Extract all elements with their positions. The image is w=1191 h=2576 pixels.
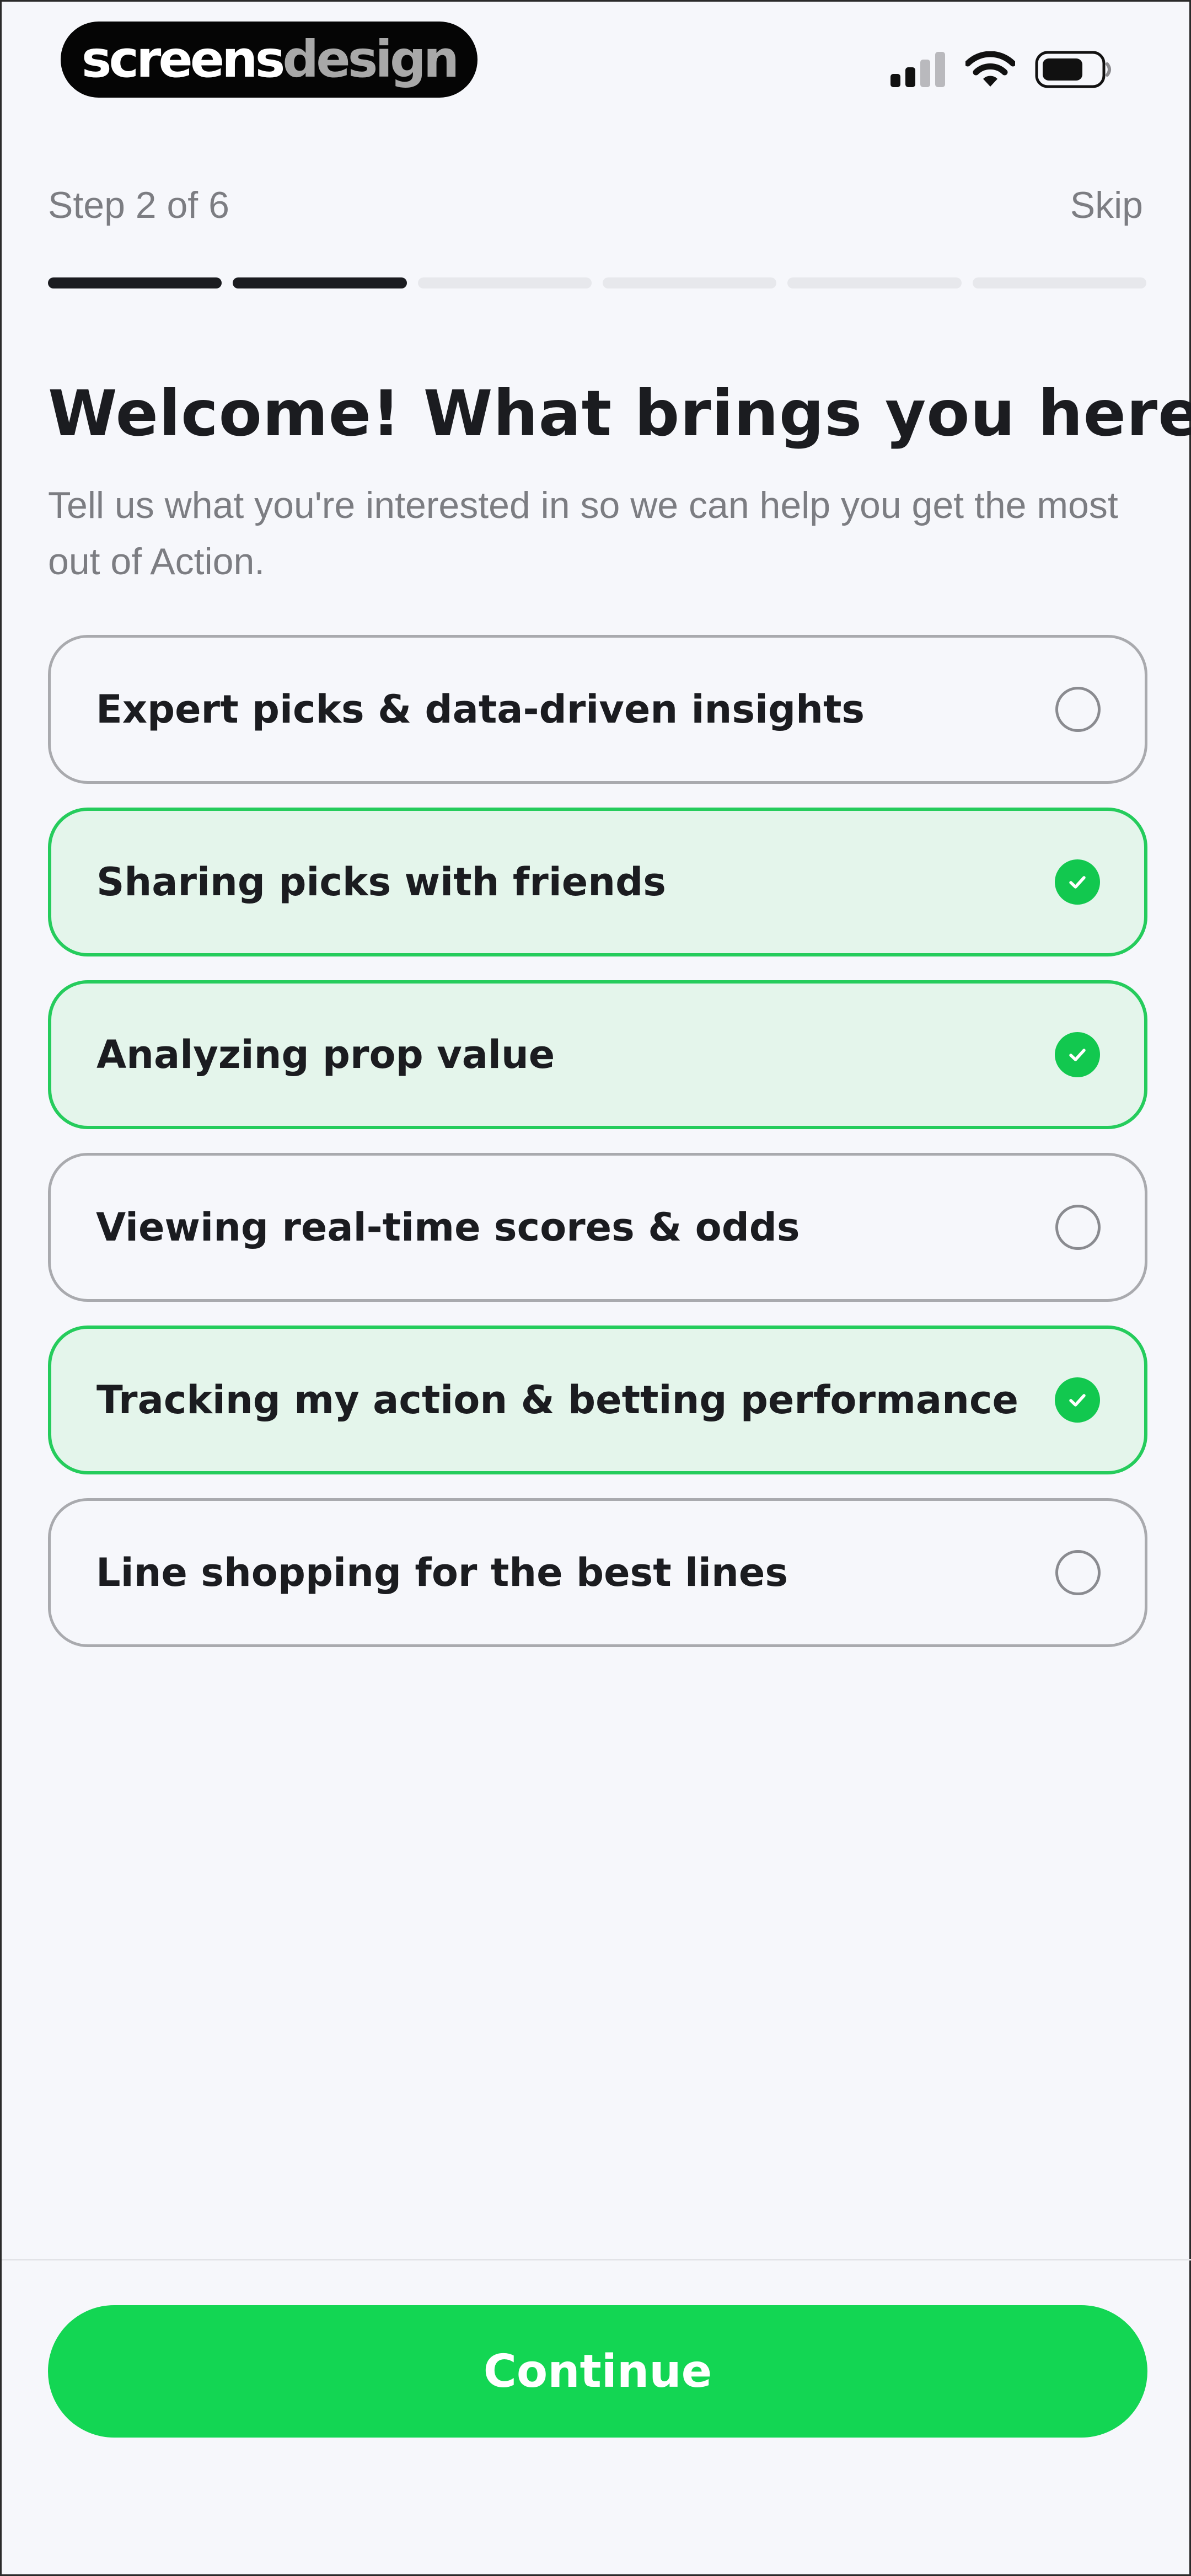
cellular-signal-icon [890,52,945,87]
checkmark-icon [1055,1377,1100,1423]
option-label: Viewing real-time scores & odds [96,1205,800,1250]
option-sharing-picks[interactable]: Sharing picks with friends [48,808,1147,956]
progress-bar [48,277,1146,288]
page-subtitle: Tell us what you're interested in so we … [48,484,1118,582]
option-label: Line shopping for the best lines [96,1550,788,1595]
logo-text-part1: screens [81,30,286,89]
option-prop-value[interactable]: Analyzing prop value [48,980,1147,1129]
progress-segment [417,277,592,288]
option-label: Analyzing prop value [96,1032,555,1077]
option-label: Tracking my action & betting performance [96,1377,1018,1423]
step-indicator: Step 2 of 6 [48,184,229,226]
radio-indicator [1055,1550,1101,1595]
skip-button[interactable]: Skip [1070,184,1143,227]
logo-text-part2: design [282,30,459,89]
radio-indicator [1055,1205,1101,1250]
page-title: Welcome! What brings you here? [48,377,1191,450]
checkmark-icon [1055,1032,1100,1077]
option-expert-picks[interactable]: Expert picks & data-driven insights [48,635,1147,784]
option-label: Expert picks & data-driven insights [96,687,865,732]
footer-divider [2,2259,1191,2260]
progress-segment [233,277,407,288]
screensdesign-logo: screens design [61,22,478,98]
wifi-icon [965,51,1015,87]
progress-segment [602,277,777,288]
progress-segment [48,277,222,288]
status-icons [890,45,1112,94]
option-tracking-performance[interactable]: Tracking my action & betting performance [48,1326,1147,1474]
battery-icon [1035,51,1111,88]
progress-segment [972,277,1146,288]
option-label: Sharing picks with friends [96,859,666,905]
progress-segment [787,277,962,288]
radio-indicator [1055,687,1101,732]
option-line-shopping[interactable]: Line shopping for the best lines [48,1498,1147,1647]
interest-options: Expert picks & data-driven insights Shar… [48,635,1147,1671]
option-live-scores[interactable]: Viewing real-time scores & odds [48,1153,1147,1302]
checkmark-icon [1055,859,1100,905]
onboarding-screen: screens design Step 2 of 6 Skip Welcome! … [0,0,1191,2576]
continue-button[interactable]: Continue [48,2305,1147,2438]
